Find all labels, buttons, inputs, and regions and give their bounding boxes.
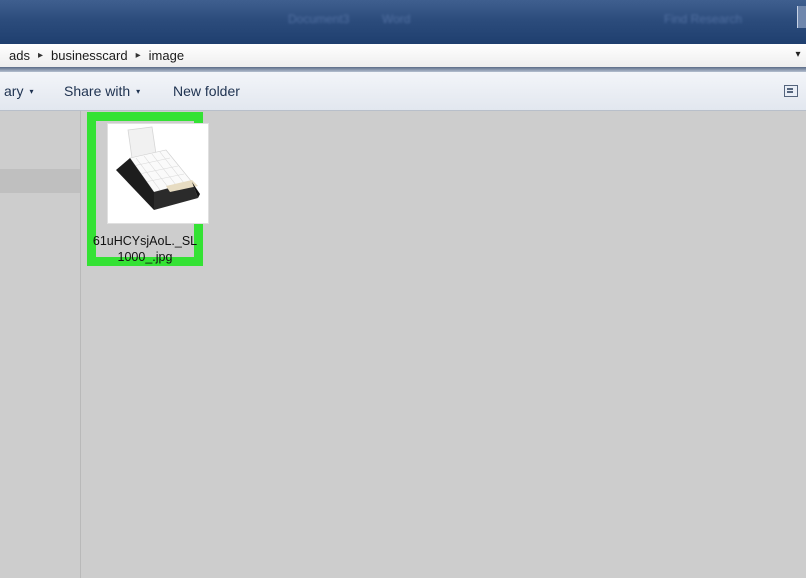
include-in-library-menu[interactable]: ary ▾ — [4, 83, 33, 99]
title-fragment: Word — [382, 12, 411, 26]
library-menu-label: ary — [4, 83, 24, 99]
command-toolbar: ary ▾ Share with ▾ New folder — [0, 72, 806, 111]
image-thumbnail[interactable] — [107, 123, 209, 224]
title-fragment: Document3 — [288, 12, 350, 26]
nav-item-selected[interactable] — [0, 169, 80, 193]
address-dropdown-icon[interactable]: ▾ — [790, 47, 806, 63]
new-folder-button[interactable]: New folder — [173, 83, 240, 99]
file-name-line: 61uHCYsjAoL._SL — [92, 234, 198, 248]
caret-down-icon: ▾ — [136, 87, 141, 96]
window-edge — [806, 0, 810, 583]
chevron-right-icon[interactable]: ▸ — [34, 50, 47, 61]
card-box-image-icon — [108, 124, 208, 223]
breadcrumb-item-image[interactable]: image — [145, 48, 188, 63]
title-fragment: Find Research — [664, 12, 743, 26]
share-with-label: Share with — [64, 83, 131, 99]
title-bar: Document3 Word Find Research — [0, 0, 806, 44]
share-with-menu[interactable]: Share with ▾ — [64, 83, 140, 99]
file-list-pane[interactable]: 61uHCYsjAoL._SL 1000_.jpg — [81, 111, 806, 578]
file-item[interactable]: 61uHCYsjAoL._SL 1000_.jpg — [87, 112, 209, 266]
file-item-inner: 61uHCYsjAoL._SL 1000_.jpg — [93, 121, 209, 264]
navigation-pane[interactable] — [0, 111, 81, 578]
breadcrumb-item-businesscard[interactable]: businesscard — [47, 48, 132, 63]
caret-down-icon: ▾ — [29, 87, 34, 96]
explorer-window: Document3 Word Find Research ads ▸ busin… — [0, 0, 806, 578]
breadcrumb: ads ▸ businesscard ▸ image — [5, 44, 785, 66]
chevron-right-icon[interactable]: ▸ — [132, 50, 145, 61]
file-name-line: 1000_.jpg — [117, 250, 173, 264]
breadcrumb-item-downloads[interactable]: ads — [5, 48, 34, 63]
window-control-button[interactable] — [797, 6, 806, 28]
file-name-label[interactable]: 61uHCYsjAoL._SL 1000_.jpg — [87, 233, 203, 265]
preview-pane-icon[interactable] — [784, 85, 798, 97]
